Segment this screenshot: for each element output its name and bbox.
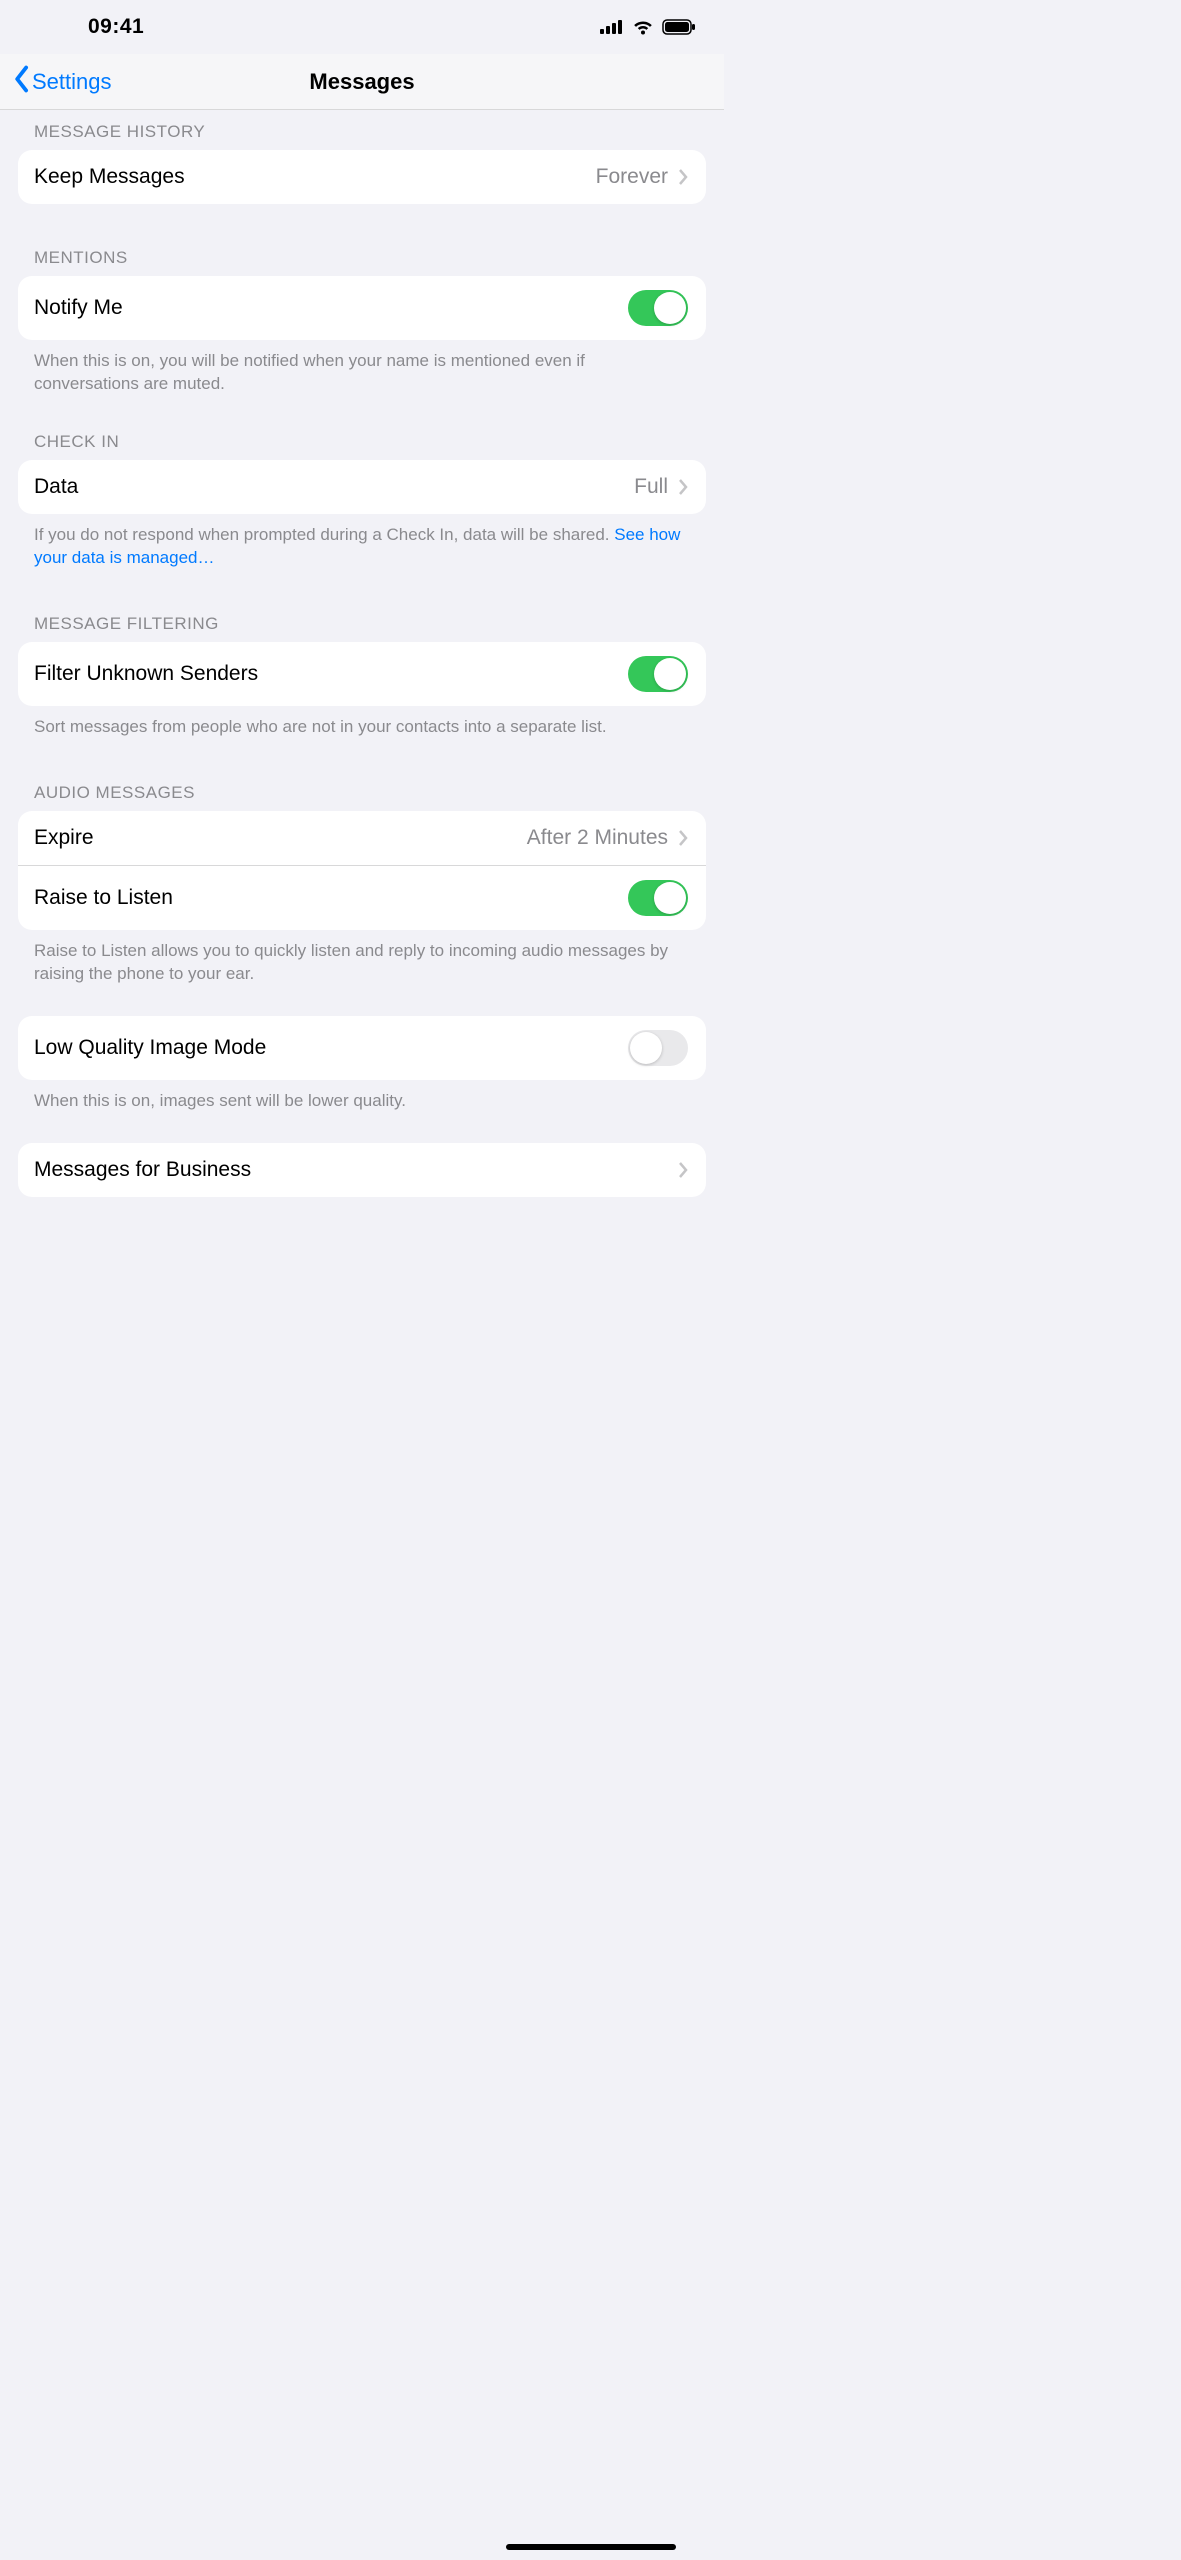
switch-notify-me[interactable] [628,290,688,326]
chevron-right-icon [678,1161,688,1179]
section-header-filtering: MESSAGE FILTERING [0,608,724,642]
chevron-right-icon [678,829,688,847]
group-filtering: Filter Unknown Senders [18,642,706,706]
group-message-history: Keep Messages Forever [18,150,706,204]
group-business: Messages for Business [18,1143,706,1197]
wifi-icon [632,19,654,35]
switch-raise-to-listen[interactable] [628,880,688,916]
row-messages-for-business[interactable]: Messages for Business [18,1143,706,1197]
status-bar: 09:41 [0,0,724,54]
footer-mentions: When this is on, you will be notified wh… [0,340,724,396]
row-low-quality-image-mode: Low Quality Image Mode [18,1016,706,1080]
row-expire[interactable]: Expire After 2 Minutes [18,811,706,865]
row-value: Forever [596,165,668,189]
home-indicator [506,2544,676,2550]
footer-check-in: If you do not respond when prompted duri… [0,514,724,570]
group-check-in: Data Full [18,460,706,514]
row-label: Expire [34,826,94,850]
back-label: Settings [32,69,112,95]
footer-audio: Raise to Listen allows you to quickly li… [0,930,724,986]
row-raise-to-listen: Raise to Listen [18,865,706,930]
footer-low-quality: When this is on, images sent will be low… [0,1080,724,1113]
chevron-right-icon [678,168,688,186]
cellular-signal-icon [600,20,624,34]
row-label: Notify Me [34,296,123,320]
footer-filtering: Sort messages from people who are not in… [0,706,724,739]
row-label: Messages for Business [34,1158,251,1182]
switch-low-quality-image-mode[interactable] [628,1030,688,1066]
section-header-check-in: CHECK IN [0,426,724,460]
status-icons [600,19,696,35]
group-low-quality: Low Quality Image Mode [18,1016,706,1080]
row-label: Keep Messages [34,165,185,189]
row-label: Data [34,475,78,499]
row-data[interactable]: Data Full [18,460,706,514]
content: MESSAGE HISTORY Keep Messages Forever ME… [0,110,724,1257]
switch-filter-unknown-senders[interactable] [628,656,688,692]
row-label: Filter Unknown Senders [34,662,258,686]
section-header-message-history: MESSAGE HISTORY [0,116,724,150]
back-button[interactable]: Settings [12,65,112,99]
section-header-mentions: MENTIONS [0,242,724,276]
row-notify-me: Notify Me [18,276,706,340]
row-value: After 2 Minutes [527,826,668,850]
section-header-audio: AUDIO MESSAGES [0,777,724,811]
row-keep-messages[interactable]: Keep Messages Forever [18,150,706,204]
row-value: Full [634,475,668,499]
group-mentions: Notify Me [18,276,706,340]
chevron-left-icon [12,65,30,99]
battery-icon [662,19,696,35]
status-time: 09:41 [88,15,144,39]
footer-check-in-text: If you do not respond when prompted duri… [34,525,614,544]
row-label: Raise to Listen [34,886,173,910]
row-filter-unknown-senders: Filter Unknown Senders [18,642,706,706]
chevron-right-icon [678,478,688,496]
navigation-bar: Settings Messages [0,54,724,110]
group-audio: Expire After 2 Minutes Raise to Listen [18,811,706,930]
row-label: Low Quality Image Mode [34,1036,266,1060]
